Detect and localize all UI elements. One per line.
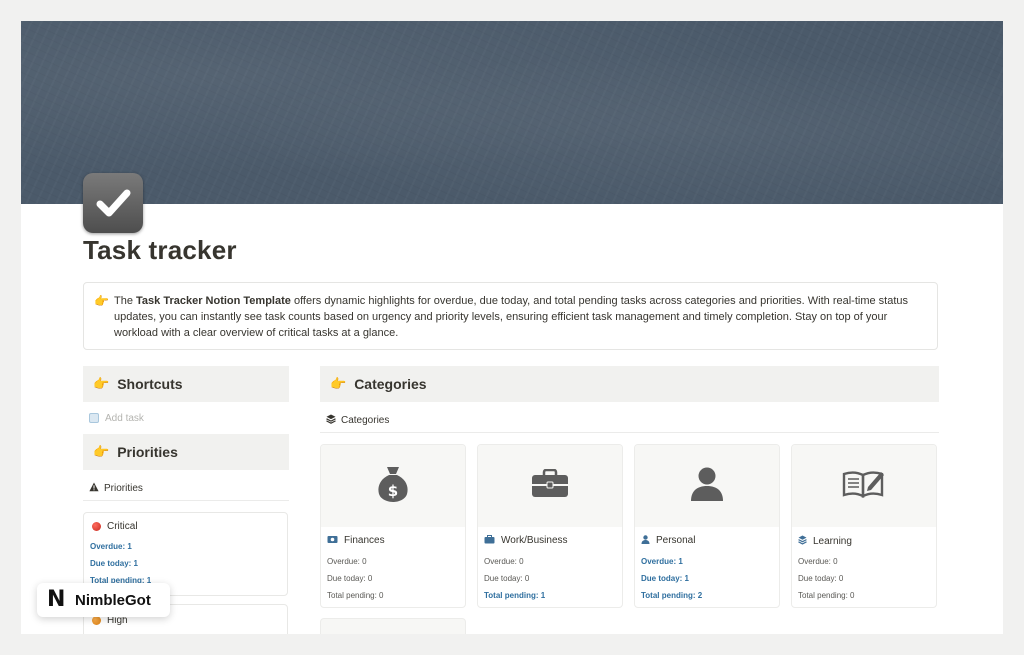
checkbox-icon xyxy=(89,413,99,423)
divider xyxy=(83,500,289,501)
pointing-hand-icon: 👉 xyxy=(93,376,110,391)
warning-icon xyxy=(89,482,99,495)
category-name: Work/Business xyxy=(484,535,568,546)
stack-icon xyxy=(798,535,807,547)
card-cover xyxy=(792,445,936,527)
checkbox-checked-icon[interactable] xyxy=(83,173,143,233)
overdue-count: Overdue: 0 xyxy=(484,557,524,566)
cover-image[interactable] xyxy=(21,21,1003,204)
card-cover: $ xyxy=(321,445,465,527)
pointing-hand-icon: 👉 xyxy=(93,444,110,459)
nimblegot-logo: N xyxy=(47,587,66,612)
due-today-count: Due today: 1 xyxy=(641,574,690,583)
categories-view-label: Categories xyxy=(341,415,390,426)
priorities-title: Priorities xyxy=(117,444,178,460)
category-card-learning[interactable]: Learning Overdue: 0 Due today: 0 Total p… xyxy=(791,444,937,608)
callout-intro: The xyxy=(114,295,137,307)
category-name: Finances xyxy=(327,535,385,546)
briefcase-icon xyxy=(484,535,495,546)
categories-title: Categories xyxy=(354,376,427,392)
category-card-partial[interactable] xyxy=(320,618,466,634)
category-card-finances[interactable]: $ Finances Overdue: 0 Due today: 0 Total… xyxy=(320,444,466,608)
page-title[interactable]: Task tracker xyxy=(83,235,237,266)
red-circle-icon xyxy=(92,522,101,531)
add-task-label: Add task xyxy=(105,412,144,424)
svg-text:$: $ xyxy=(388,482,398,500)
category-card-work-business[interactable]: Work/Business Overdue: 0 Due today: 0 To… xyxy=(477,444,623,608)
categories-view-tab[interactable]: Categories xyxy=(326,414,389,427)
overdue-count: Overdue: 0 xyxy=(798,557,838,566)
categories-header: 👉 Categories xyxy=(320,366,939,402)
total-pending-count: Total pending: 2 xyxy=(641,591,703,600)
due-today-count: Due today: 1 xyxy=(90,559,139,568)
description-callout: 👉 The Task Tracker Notion Template offer… xyxy=(83,282,938,350)
category-label: Work/Business xyxy=(501,535,568,546)
category-label: Finances xyxy=(344,535,385,546)
nimblegot-watermark: N NimbleGot xyxy=(37,583,170,617)
money-bag-icon: $ xyxy=(376,465,410,508)
category-name: Personal xyxy=(641,535,695,546)
cash-icon xyxy=(327,535,338,546)
due-today-count: Due today: 0 xyxy=(327,574,373,583)
category-card-personal[interactable]: Personal Overdue: 1 Due today: 1 Total p… xyxy=(634,444,780,608)
orange-circle-icon xyxy=(92,616,101,625)
shortcuts-header: 👉 Shortcuts xyxy=(83,366,289,402)
priorities-view-tab[interactable]: Priorities xyxy=(89,482,143,495)
priority-label: Critical xyxy=(107,521,138,532)
notion-page: Task tracker 👉 The Task Tracker Notion T… xyxy=(21,21,1003,634)
overdue-count: Overdue: 1 xyxy=(641,557,683,566)
card-cover xyxy=(635,445,779,527)
total-pending-count: Total pending: 1 xyxy=(484,591,546,600)
open-book-icon xyxy=(842,469,886,504)
category-label: Personal xyxy=(656,535,696,546)
add-task-button[interactable]: Add task xyxy=(89,409,153,427)
shortcuts-title: Shortcuts xyxy=(117,376,183,392)
due-today-count: Due today: 0 xyxy=(798,574,844,583)
due-today-count: Due today: 0 xyxy=(484,574,530,583)
nimblegot-text: NimbleGot xyxy=(75,591,151,609)
person-icon xyxy=(641,535,650,546)
pointing-hand-icon: 👉 xyxy=(94,294,109,308)
priorities-header: 👉 Priorities xyxy=(83,434,289,470)
category-name: Learning xyxy=(798,535,852,547)
card-cover xyxy=(478,445,622,527)
stack-icon xyxy=(326,414,336,427)
priority-name: Critical xyxy=(92,521,138,532)
briefcase-icon xyxy=(531,468,569,504)
total-pending-count: Total pending: 0 xyxy=(798,591,855,600)
callout-bold: Task Tracker Notion Template xyxy=(136,295,291,307)
priorities-view-label: Priorities xyxy=(104,483,143,494)
category-label: Learning xyxy=(813,535,852,547)
overdue-count: Overdue: 1 xyxy=(90,542,132,551)
overdue-count: Overdue: 0 xyxy=(327,557,367,566)
divider xyxy=(320,432,939,433)
pointing-hand-icon: 👉 xyxy=(330,376,347,391)
person-icon xyxy=(689,466,725,507)
total-pending-count: Total pending: 0 xyxy=(327,591,384,600)
